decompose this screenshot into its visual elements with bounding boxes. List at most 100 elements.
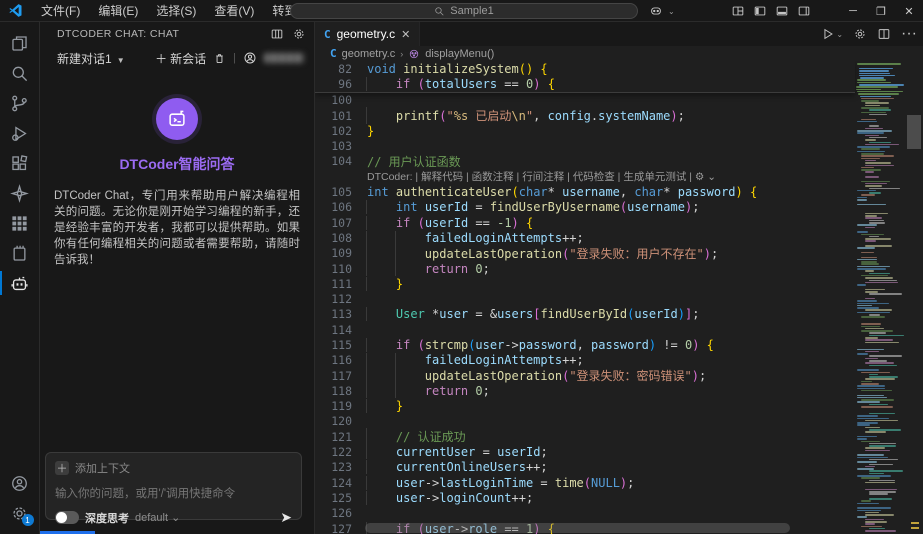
code-line[interactable]: 111 } [315, 276, 855, 291]
code-line[interactable]: 120 [315, 414, 855, 429]
minimap[interactable] [855, 61, 905, 534]
chevron-down-icon[interactable]: ⌄ [668, 7, 675, 16]
tab-close-icon[interactable]: ✕ [401, 28, 410, 41]
toggle-sidebar-icon[interactable] [749, 0, 771, 22]
c-language-icon: C [330, 47, 337, 60]
vertical-scrollbar[interactable] [905, 61, 923, 534]
menu-view[interactable]: 查看(V) [205, 1, 263, 21]
pinwheel-extension-icon[interactable] [0, 178, 40, 208]
command-center-search[interactable]: Sample1 [290, 3, 638, 19]
codelens-actions[interactable]: DTCoder: | 解释代码 | 函数注释 | 行间注释 | 代码检查 | 生… [363, 169, 716, 184]
codelens-row[interactable]: DTCoder: | 解释代码 | 函数注释 | 行间注释 | 代码检查 | 生… [315, 169, 855, 184]
extensions-icon[interactable] [0, 148, 40, 178]
code-line[interactable]: 126 [315, 506, 855, 521]
code-line[interactable]: 101 printf("%s 已启动\n", config.systemName… [315, 108, 855, 123]
code-line[interactable]: 103 [315, 138, 855, 153]
customize-layout-icon[interactable] [727, 0, 749, 22]
code-line[interactable]: 118 return 0; [315, 383, 855, 398]
add-context-label[interactable]: 添加上下文 [75, 460, 130, 476]
code-line[interactable]: 110 return 0; [315, 261, 855, 276]
minimap-line [869, 443, 896, 445]
code-text: user->loginCount++; [363, 491, 533, 505]
code-line[interactable]: 102} [315, 123, 855, 138]
minimap-line [869, 470, 903, 472]
code-line[interactable]: 115 if (strcmp(user->password, password)… [315, 337, 855, 352]
deep-think-toggle[interactable] [55, 511, 79, 524]
code-line[interactable]: 116 failedLoginAttempts++; [315, 353, 855, 368]
add-context-plus-icon[interactable]: ＋ [55, 461, 69, 475]
username-blurred [264, 53, 304, 63]
line-number: 109 [315, 246, 363, 260]
code-line[interactable]: 100 [315, 93, 855, 108]
run-file-button[interactable]: ⌄ [821, 27, 843, 41]
code-line[interactable]: 122 currentUser = userId; [315, 444, 855, 459]
conversation-dropdown[interactable]: 新建对话1▼ [57, 50, 125, 67]
run-debug-icon[interactable] [0, 118, 40, 148]
source-control-icon[interactable] [0, 88, 40, 118]
chat-input-box[interactable]: ＋ 添加上下文 输入你的问题，或用'/'调用快捷命令 深度思考 default … [45, 452, 302, 520]
toggle-panel-icon[interactable] [771, 0, 793, 22]
code-line[interactable]: 105int authenticateUser(char* username, … [315, 184, 855, 199]
mode-dropdown[interactable]: default ⌄ [135, 511, 180, 524]
copilot-icon[interactable] [645, 0, 667, 22]
welcome-title: DTCoder智能问答 [119, 154, 234, 174]
code-line[interactable]: 125 user->loginCount++; [315, 490, 855, 505]
minimap-line [865, 420, 898, 422]
code-body[interactable]: 100101 printf("%s 已启动\n", config.systemN… [315, 93, 855, 534]
code-line[interactable]: 121 // 认证成功 [315, 429, 855, 444]
code-line[interactable]: 112 [315, 291, 855, 306]
delete-conversation-icon[interactable] [213, 52, 226, 65]
new-session-button[interactable]: ＋新会话 [155, 50, 206, 67]
code-line[interactable]: 109 updateLastOperation("登录失败：用户不存在"); [315, 246, 855, 261]
minimap-line [860, 96, 891, 98]
minimize-button[interactable]: ─ [839, 0, 867, 22]
minimap-line [865, 378, 895, 380]
dtcoder-chat-icon[interactable] [0, 268, 40, 298]
notebook-extension-icon[interactable] [0, 238, 40, 268]
grid-extension-icon[interactable] [0, 208, 40, 238]
code-line[interactable]: 108 failedLoginAttempts++; [315, 230, 855, 245]
settings-gear-icon[interactable]: 1 [0, 498, 40, 528]
search-sidebar-icon[interactable] [0, 58, 40, 88]
code-line[interactable]: 119 } [315, 399, 855, 414]
code-line[interactable]: 113 User *user = &users[findUserById(use… [315, 307, 855, 322]
scrollbar-thumb[interactable] [907, 115, 921, 149]
code-line[interactable]: 107 if (userId == -1) { [315, 215, 855, 230]
menu-edit[interactable]: 编辑(E) [89, 1, 147, 21]
panel-layout-icon[interactable] [270, 27, 284, 41]
close-button[interactable]: ✕ [895, 0, 923, 22]
chat-settings-gear-icon[interactable] [292, 27, 306, 41]
breadcrumb[interactable]: C geometry.c › displayMenu() [315, 46, 923, 61]
explorer-icon[interactable] [0, 28, 40, 58]
minimap-line [865, 298, 875, 300]
minimap-line [857, 353, 868, 355]
code-line[interactable]: 82void initializeSystem() { [315, 61, 855, 76]
user-avatar-icon[interactable] [243, 51, 257, 65]
code-editor[interactable]: 82void initializeSystem() {96 if (totalU… [315, 61, 923, 534]
chat-input-placeholder[interactable]: 输入你的问题，或用'/'调用快捷命令 [55, 485, 292, 501]
more-actions-icon[interactable]: ··· [901, 25, 917, 43]
toggle-secondary-sidebar-icon[interactable] [793, 0, 815, 22]
line-number: 100 [315, 93, 363, 107]
minimap-line [865, 427, 880, 429]
account-icon[interactable] [0, 468, 40, 498]
send-icon[interactable]: ➤ [280, 509, 292, 526]
code-line[interactable]: 106 int userId = findUserByUsername(user… [315, 200, 855, 215]
code-line[interactable]: 114 [315, 322, 855, 337]
split-editor-icon[interactable] [877, 27, 891, 41]
sticky-scroll[interactable]: 82void initializeSystem() {96 if (totalU… [315, 61, 855, 93]
horizontal-scrollbar-thumb[interactable] [365, 523, 790, 533]
code-line[interactable]: 96 if (totalUsers == 0) { [315, 76, 855, 91]
code-line[interactable]: 123 currentOnlineUsers++; [315, 460, 855, 475]
minimap-line [857, 503, 879, 505]
code-line[interactable]: 117 updateLastOperation("登录失败：密码错误"); [315, 368, 855, 383]
menu-selection[interactable]: 选择(S) [147, 1, 205, 21]
code-line[interactable]: 124 user->lastLoginTime = time(NULL); [315, 475, 855, 490]
minimap-line [865, 431, 886, 433]
tab-geometry-c[interactable]: C geometry.c ✕ [315, 22, 420, 46]
editor-settings-icon[interactable] [853, 27, 867, 41]
divider: | [233, 52, 236, 64]
code-line[interactable]: 104// 用户认证函数 [315, 154, 855, 169]
menu-file[interactable]: 文件(F) [32, 1, 89, 21]
restore-button[interactable]: ❐ [867, 0, 895, 22]
